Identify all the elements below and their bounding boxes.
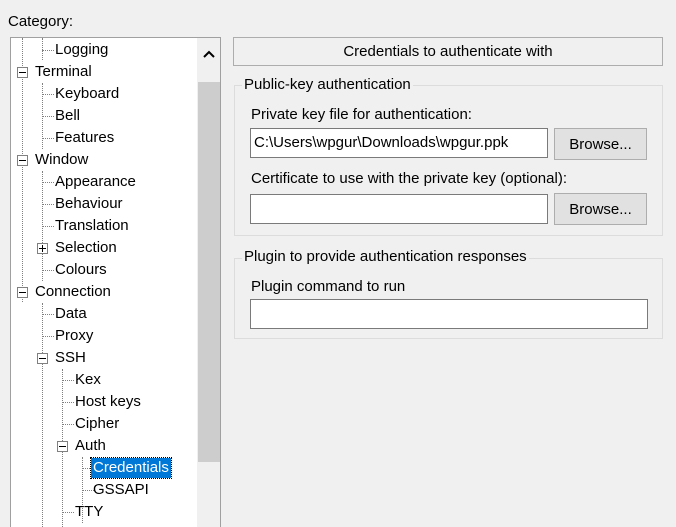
category-tree[interactable]: Logging Terminal Keyboard Bell Features … [10,37,221,527]
tree-item-tty[interactable]: TTY [73,502,105,522]
tree-canvas: Logging Terminal Keyboard Bell Features … [11,38,197,527]
cert-input[interactable] [250,194,548,224]
collapse-auth-icon[interactable] [57,441,68,452]
plugin-command-label: Plugin command to run [251,278,406,295]
tree-item-logging[interactable]: Logging [53,40,110,60]
private-key-input[interactable]: C:\Users\wpgur\Downloads\wpgur.ppk [250,128,548,158]
expand-selection-icon[interactable] [37,243,48,254]
scroll-up-button[interactable] [197,38,220,70]
plugin-command-input[interactable] [250,299,648,329]
tree-scrollbar[interactable] [197,38,220,527]
browse-cert-button[interactable]: Browse... [554,193,647,225]
private-key-label: Private key file for authentication: [251,106,472,123]
tree-item-host-keys[interactable]: Host keys [73,392,143,412]
tree-item-appearance[interactable]: Appearance [53,172,138,192]
tree-item-behaviour[interactable]: Behaviour [53,194,125,214]
cert-label: Certificate to use with the private key … [251,170,567,187]
collapse-window-icon[interactable] [17,155,28,166]
tree-line [42,38,43,60]
tree-item-colours[interactable]: Colours [53,260,109,280]
panel-header: Credentials to authenticate with [233,37,663,66]
tree-item-auth[interactable]: Auth [73,436,108,456]
pubkey-group-title: Public-key authentication [242,76,413,94]
tree-item-keyboard[interactable]: Keyboard [53,84,121,104]
tree-item-terminal[interactable]: Terminal [33,62,94,82]
tree-item-selection[interactable]: Selection [53,238,119,258]
tree-item-credentials[interactable]: Credentials [90,457,172,479]
tree-item-gssapi[interactable]: GSSAPI [91,480,151,500]
collapse-terminal-icon[interactable] [17,67,28,78]
tree-item-data[interactable]: Data [53,304,89,324]
collapse-connection-icon[interactable] [17,287,28,298]
plugin-group-title: Plugin to provide authentication respons… [242,248,529,266]
tree-item-ssh[interactable]: SSH [53,348,88,368]
tree-item-connection[interactable]: Connection [33,282,113,302]
tree-item-cipher[interactable]: Cipher [73,414,121,434]
tree-item-kex[interactable]: Kex [73,370,103,390]
tree-item-window[interactable]: Window [33,150,90,170]
tree-item-proxy[interactable]: Proxy [53,326,95,346]
category-label: Category: [8,13,74,30]
chevron-up-icon [203,50,215,58]
tree-item-features[interactable]: Features [53,128,116,148]
tree-item-bell[interactable]: Bell [53,106,82,126]
tree-item-translation[interactable]: Translation [53,216,131,236]
scroll-thumb[interactable] [198,82,220,462]
collapse-ssh-icon[interactable] [37,353,48,364]
browse-private-key-button[interactable]: Browse... [554,128,647,160]
